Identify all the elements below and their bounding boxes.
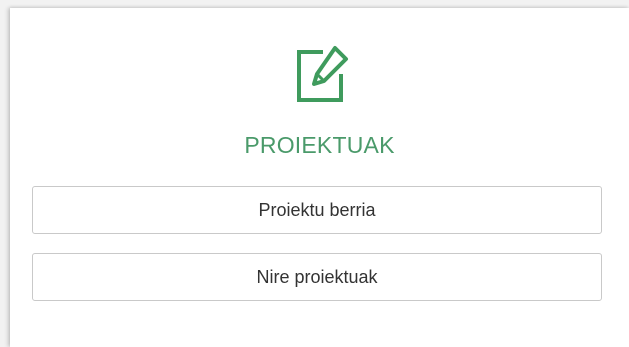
- my-projects-button[interactable]: Nire proiektuak: [32, 253, 602, 301]
- edit-document-icon: [297, 46, 348, 102]
- projects-title: PROIEKTUAK: [244, 132, 395, 158]
- projects-panel: PROIEKTUAK Proiektu berria Nire proiektu…: [10, 8, 629, 347]
- new-project-button[interactable]: Proiektu berria: [32, 186, 602, 234]
